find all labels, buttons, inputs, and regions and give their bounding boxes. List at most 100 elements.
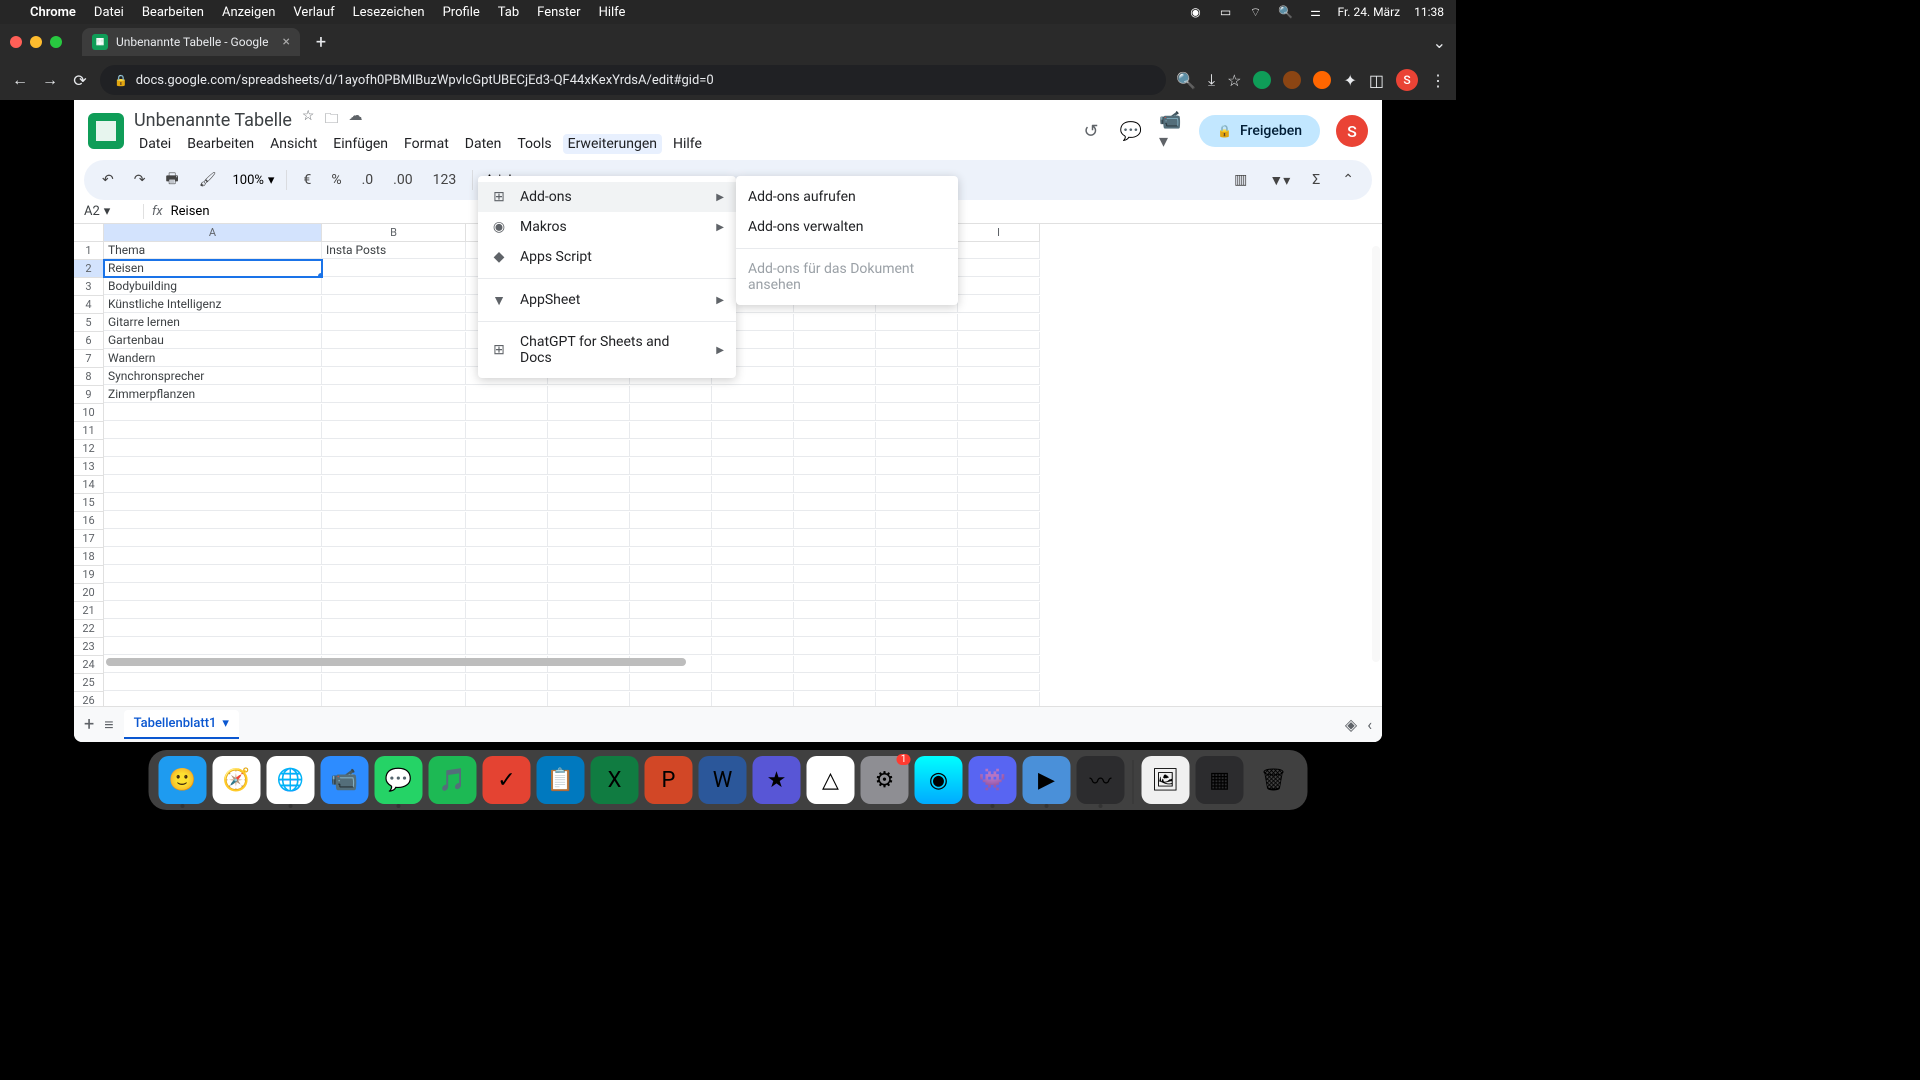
all-sheets-button[interactable]: ≡ — [104, 715, 113, 735]
cell-I12[interactable] — [958, 440, 1040, 457]
forward-button[interactable]: → — [40, 70, 60, 90]
cell-A13[interactable] — [104, 458, 322, 475]
cell-B25[interactable] — [322, 674, 466, 691]
menu-format[interactable]: Format — [399, 134, 454, 154]
decimal-decrease-button[interactable]: .0 — [358, 170, 378, 190]
cell-E20[interactable] — [630, 584, 712, 601]
cell-10[interactable] — [548, 404, 630, 421]
menubar-tab[interactable]: Tab — [498, 5, 519, 20]
cell-G10[interactable] — [794, 404, 876, 421]
cell-G8[interactable] — [794, 368, 876, 385]
submenu-item-add-ons-für-das-dokument-ansehen[interactable]: Add-ons für das Dokument ansehen — [736, 255, 958, 299]
cell-A9[interactable]: Zimmerpflanzen — [104, 386, 322, 403]
cell-A11[interactable] — [104, 422, 322, 439]
cell-A6[interactable]: Gartenbau — [104, 332, 322, 349]
sidepanel-icon[interactable]: ◫ — [1369, 71, 1384, 90]
cell-E23[interactable] — [630, 638, 712, 655]
cell-E25[interactable] — [630, 674, 712, 691]
dock-mission[interactable]: ▦ — [1196, 756, 1244, 804]
menu-ansicht[interactable]: Ansicht — [265, 134, 322, 154]
address-bar[interactable]: 🔒 docs.google.com/spreadsheets/d/1ayofh0… — [100, 65, 1166, 95]
menubar-verlauf[interactable]: Verlauf — [293, 5, 334, 20]
cell-13[interactable] — [548, 458, 630, 475]
cell-I13[interactable] — [958, 458, 1040, 475]
print-button[interactable]: 🖶 — [161, 166, 182, 194]
cell-18[interactable] — [466, 548, 548, 565]
menubar-app-name[interactable]: Chrome — [30, 5, 76, 20]
cell-F23[interactable] — [712, 638, 794, 655]
cell-A14[interactable] — [104, 476, 322, 493]
cell-G21[interactable] — [794, 602, 876, 619]
window-controls[interactable] — [10, 36, 62, 48]
zoom-addr-icon[interactable]: 🔍 — [1176, 71, 1196, 90]
cell-H26[interactable] — [876, 692, 958, 706]
row-header-5[interactable]: 5 — [74, 314, 104, 332]
cell-E26[interactable] — [630, 692, 712, 706]
tab-close-icon[interactable]: × — [282, 34, 289, 50]
cell-B19[interactable] — [322, 566, 466, 583]
menubar-lesezeichen[interactable]: Lesezeichen — [353, 5, 425, 20]
document-title[interactable]: Unbenannte Tabelle — [134, 110, 292, 131]
cell-I17[interactable] — [958, 530, 1040, 547]
meet-icon[interactable]: 📹▾ — [1159, 119, 1183, 143]
chrome-menu-icon[interactable]: ⋮ — [1430, 71, 1446, 90]
cell-A5[interactable]: Gitarre lernen — [104, 314, 322, 331]
menubar-anzeigen[interactable]: Anzeigen — [222, 5, 275, 20]
cell-B13[interactable] — [322, 458, 466, 475]
cell-I3[interactable] — [958, 278, 1040, 295]
cell-E9[interactable] — [630, 386, 712, 403]
row-header-8[interactable]: 8 — [74, 368, 104, 386]
cell-G7[interactable] — [794, 350, 876, 367]
dock-finder[interactable]: 🙂 — [159, 756, 207, 804]
cell-25[interactable] — [548, 674, 630, 691]
cell-9[interactable] — [548, 386, 630, 403]
row-header-11[interactable]: 11 — [74, 422, 104, 440]
cell-F26[interactable] — [712, 692, 794, 706]
cell-26[interactable] — [466, 692, 548, 706]
menubar-hilfe[interactable]: Hilfe — [599, 5, 626, 20]
cell-B3[interactable] — [322, 278, 466, 295]
cell-18[interactable] — [548, 548, 630, 565]
reload-button[interactable]: ⟳ — [70, 71, 90, 90]
cell-20[interactable] — [466, 584, 548, 601]
paint-format-button[interactable]: 🖌 — [195, 170, 221, 190]
cell-F14[interactable] — [712, 476, 794, 493]
cell-19[interactable] — [466, 566, 548, 583]
cell-I2[interactable] — [958, 260, 1040, 277]
cell-E15[interactable] — [630, 494, 712, 511]
bookmark-star-icon[interactable]: ☆ — [1227, 71, 1241, 90]
cell-E11[interactable] — [630, 422, 712, 439]
cell-H10[interactable] — [876, 404, 958, 421]
cell-B12[interactable] — [322, 440, 466, 457]
row-header-22[interactable]: 22 — [74, 620, 104, 638]
cell-H14[interactable] — [876, 476, 958, 493]
cell-G15[interactable] — [794, 494, 876, 511]
dock-drive[interactable]: △ — [807, 756, 855, 804]
cell-G9[interactable] — [794, 386, 876, 403]
cell-G26[interactable] — [794, 692, 876, 706]
horizontal-scrollbar[interactable] — [106, 658, 686, 666]
extensions-icon[interactable]: ✦ — [1343, 71, 1356, 90]
cell-22[interactable] — [548, 620, 630, 637]
row-header-21[interactable]: 21 — [74, 602, 104, 620]
cell-E12[interactable] — [630, 440, 712, 457]
cell-G6[interactable] — [794, 332, 876, 349]
cell-A10[interactable] — [104, 404, 322, 421]
cell-B26[interactable] — [322, 692, 466, 706]
cell-H15[interactable] — [876, 494, 958, 511]
cell-H16[interactable] — [876, 512, 958, 529]
cell-H20[interactable] — [876, 584, 958, 601]
screenrecord-icon[interactable]: ◉ — [1187, 4, 1203, 20]
cell-A26[interactable] — [104, 692, 322, 706]
dock-audio[interactable]: 〰 — [1077, 756, 1125, 804]
dock-chrome[interactable]: 🌐 — [267, 756, 315, 804]
cell-B15[interactable] — [322, 494, 466, 511]
cell-F9[interactable] — [712, 386, 794, 403]
name-box[interactable]: A2▾ — [84, 204, 144, 219]
menu-einfuegen[interactable]: Einfügen — [328, 134, 393, 154]
cell-21[interactable] — [548, 602, 630, 619]
menu-item-add-ons[interactable]: ⊞ Add-ons ▶ — [478, 182, 736, 212]
extension-2-icon[interactable] — [1283, 71, 1301, 89]
menu-daten[interactable]: Daten — [460, 134, 507, 154]
cell-11[interactable] — [466, 422, 548, 439]
